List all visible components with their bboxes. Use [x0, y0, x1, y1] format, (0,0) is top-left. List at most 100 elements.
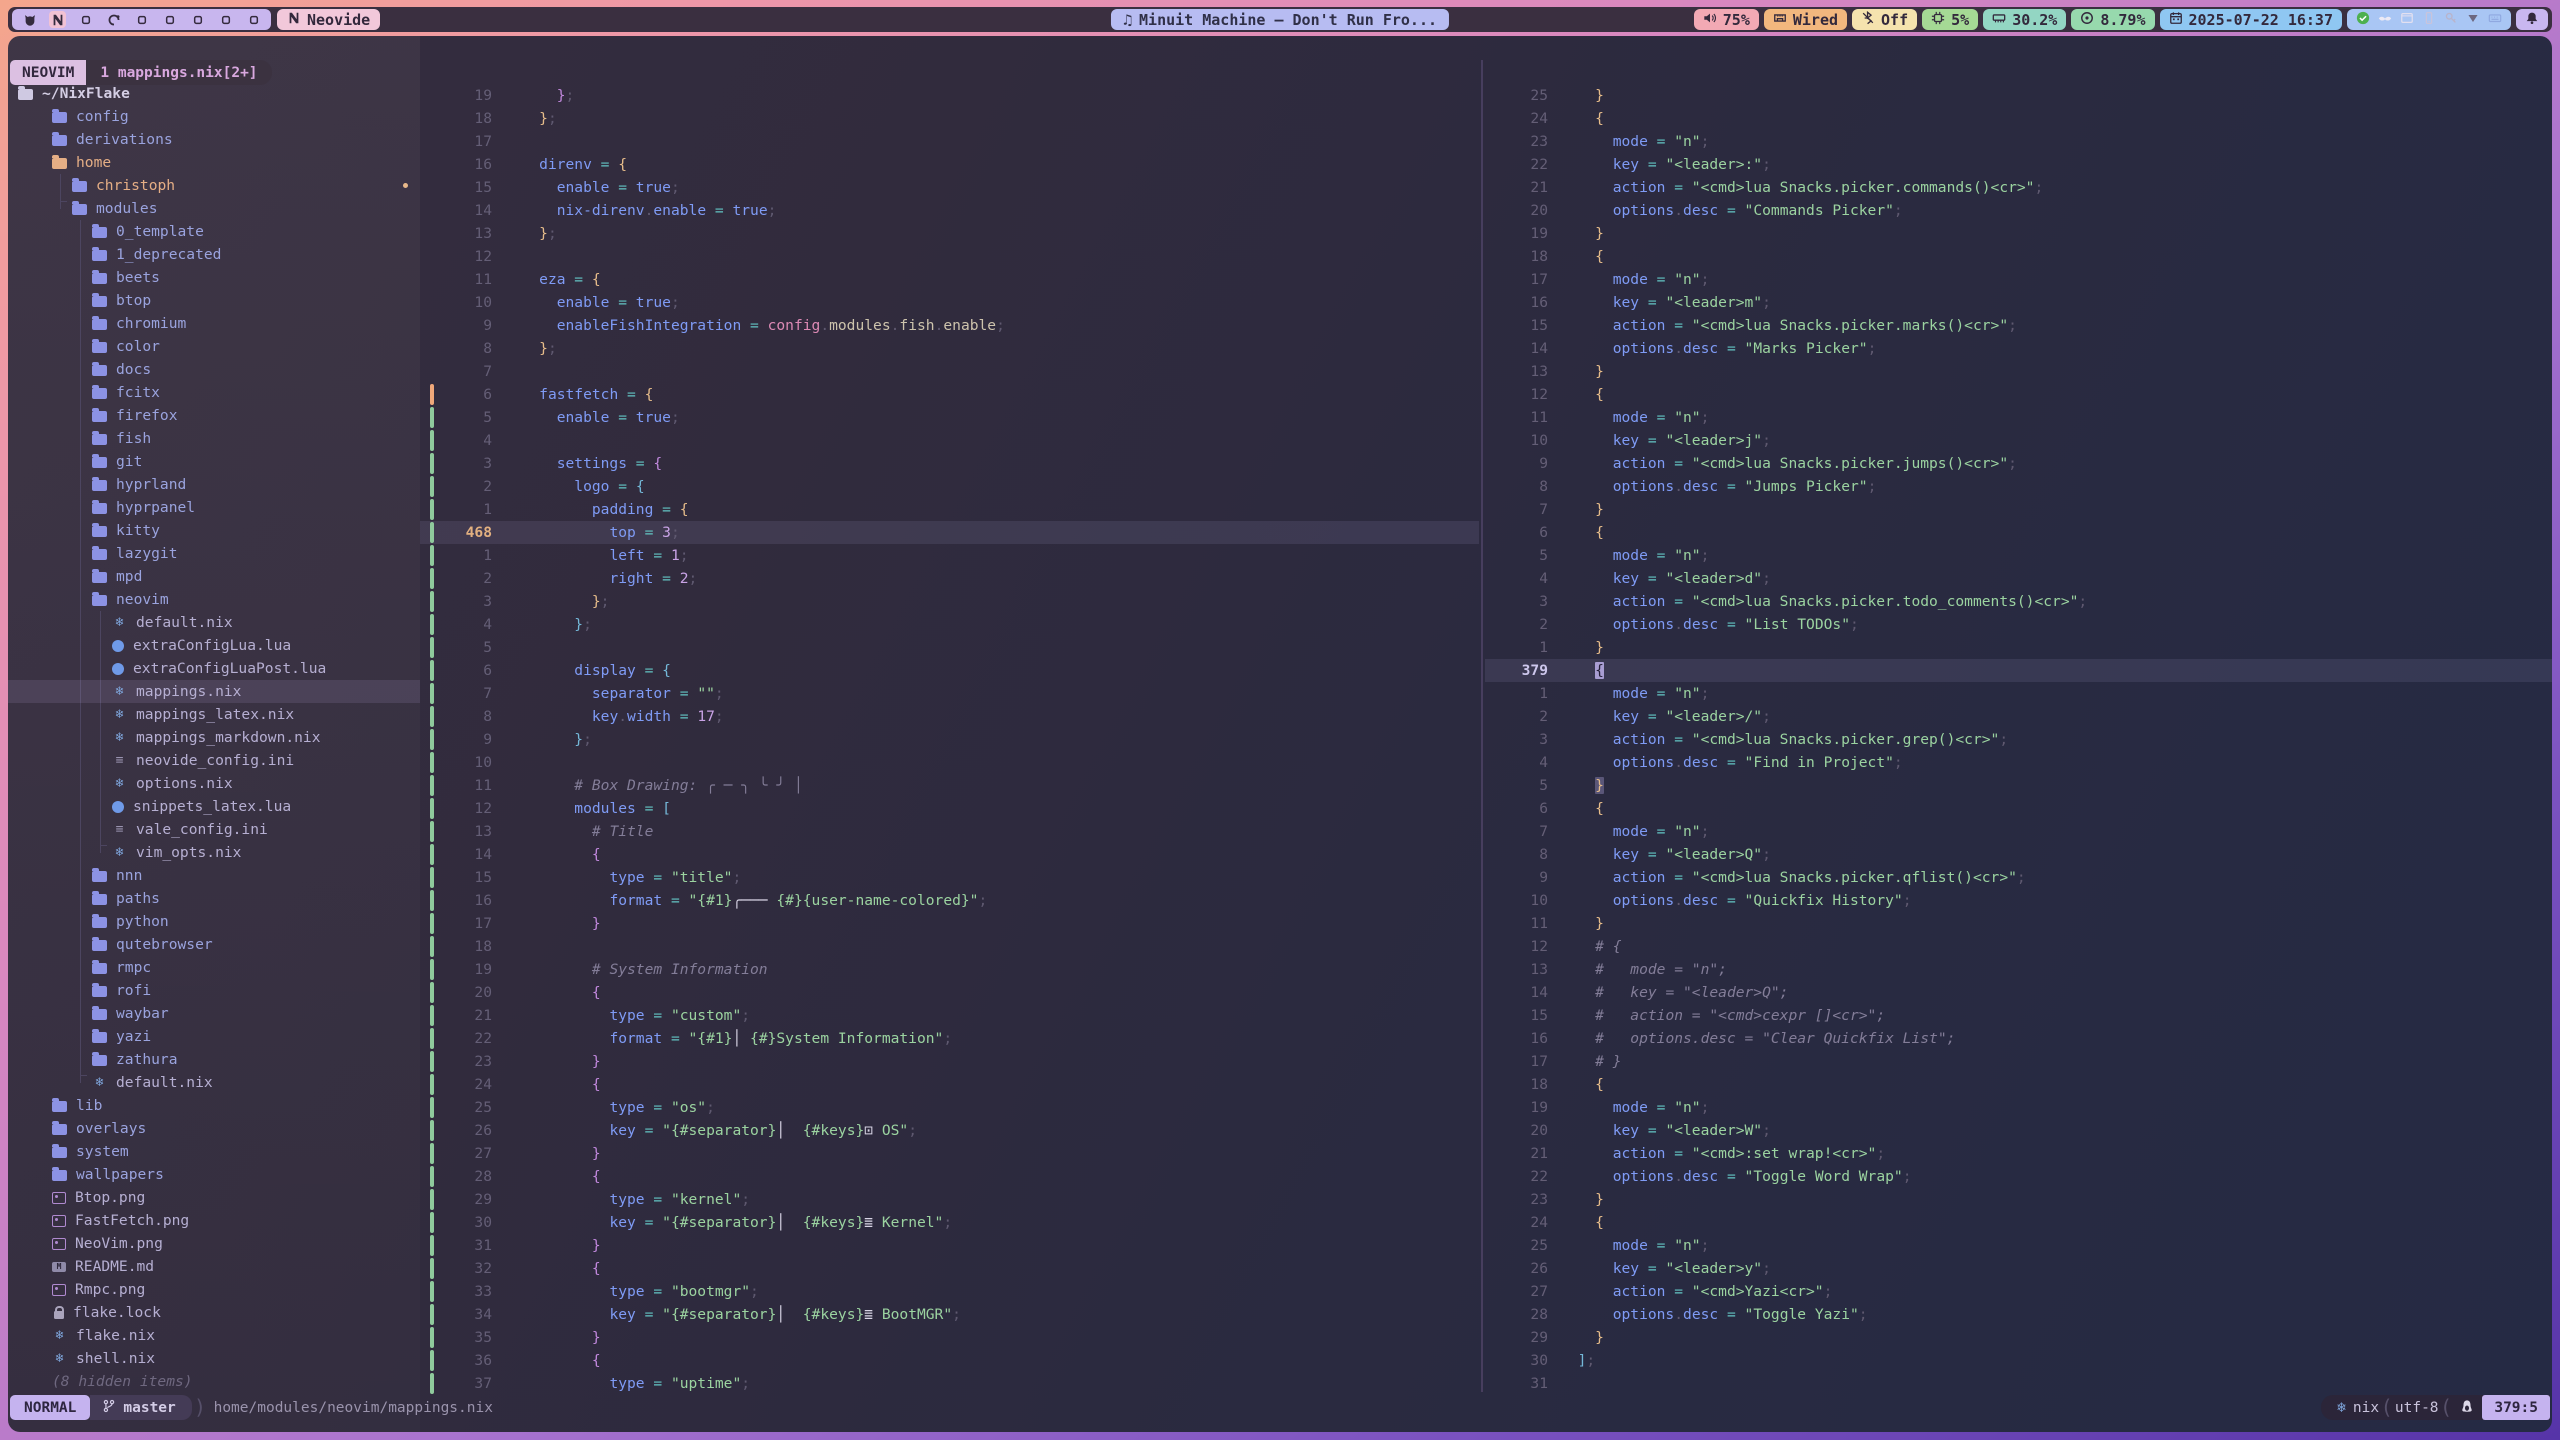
tree-item[interactable]: (8 hidden items)	[8, 1370, 420, 1393]
tree-item[interactable]: mpd	[8, 565, 420, 588]
code-line[interactable]: 18 {	[1485, 245, 2552, 268]
code-line[interactable]: 8 };	[420, 337, 1479, 360]
volume-widget[interactable]: 75%	[1694, 9, 1759, 30]
code-line[interactable]: 15 # action = "<cmd>cexpr []<cr>";	[1485, 1004, 2552, 1027]
tree-item[interactable]: ~/NixFlake	[8, 82, 420, 105]
code-line[interactable]: 7 separator = "";	[420, 682, 1479, 705]
bluetooth-widget[interactable]: Off	[1852, 9, 1917, 30]
code-line[interactable]: 29 }	[1485, 1326, 2552, 1349]
code-line[interactable]: 21 type = "custom";	[420, 1004, 1479, 1027]
code-line[interactable]: 30 ];	[1485, 1349, 2552, 1372]
window-icon[interactable]	[2400, 11, 2414, 29]
code-line[interactable]: 5	[420, 636, 1479, 659]
code-line[interactable]: 18 {	[1485, 1073, 2552, 1096]
tree-item[interactable]: lib	[8, 1094, 420, 1117]
code-line[interactable]: 32 {	[420, 1257, 1479, 1280]
tree-item[interactable]: Rmpc.png	[8, 1278, 420, 1301]
code-line[interactable]: 36 {	[420, 1349, 1479, 1372]
code-line[interactable]: 1 }	[1485, 636, 2552, 659]
code-line[interactable]: 8 options.desc = "Jumps Picker";	[1485, 475, 2552, 498]
code-line[interactable]: 9 action = "<cmd>lua Snacks.picker.jumps…	[1485, 452, 2552, 475]
code-line[interactable]: 16 # options.desc = "Clear Quickfix List…	[1485, 1027, 2552, 1050]
tree-item[interactable]: ❄default.nix	[8, 611, 420, 634]
code-line[interactable]: 22 key = "<leader>:";	[1485, 153, 2552, 176]
tree-item[interactable]: btop	[8, 289, 420, 312]
code-line[interactable]: 13 }	[1485, 360, 2552, 383]
code-line[interactable]: 19 }	[1485, 222, 2552, 245]
code-line[interactable]: 6 fastfetch = {	[420, 383, 1479, 406]
code-line[interactable]: 14 nix-direnv.enable = true;	[420, 199, 1479, 222]
code-line[interactable]: 13 # Title	[420, 820, 1479, 843]
tree-item[interactable]: overlays	[8, 1117, 420, 1140]
code-line[interactable]: 26 key = "<leader>y";	[1485, 1257, 2552, 1280]
tree-item[interactable]: FastFetch.png	[8, 1209, 420, 1232]
code-line[interactable]: 2 options.desc = "List TODOs";	[1485, 613, 2552, 636]
code-line[interactable]: 33 type = "bootmgr";	[420, 1280, 1479, 1303]
code-line[interactable]: 3 action = "<cmd>lua Snacks.picker.grep(…	[1485, 728, 2552, 751]
tree-item[interactable]: ❄mappings.nix	[8, 680, 420, 703]
code-line[interactable]: 16 format = "{#1}╭─── {#}{user-name-colo…	[420, 889, 1479, 912]
workspace-4[interactable]	[105, 11, 122, 28]
code-line[interactable]: 1 left = 1;	[420, 544, 1479, 567]
music-widget[interactable]: ♫ Minuit Machine – Don't Run Fro...	[1111, 9, 1449, 30]
code-line[interactable]: 26 key = "{#separator}│ {#keys}⊡ OS";	[420, 1119, 1479, 1142]
workspace-9[interactable]	[245, 11, 262, 28]
code-line[interactable]: 2 right = 2;	[420, 567, 1479, 590]
code-line[interactable]: 8 key = "<leader>Q";	[1485, 843, 2552, 866]
tree-item[interactable]: docs	[8, 358, 420, 381]
code-line[interactable]: 3 action = "<cmd>lua Snacks.picker.todo_…	[1485, 590, 2552, 613]
code-line[interactable]: 10 enable = true;	[420, 291, 1479, 314]
code-line[interactable]: 18	[420, 935, 1479, 958]
tree-item[interactable]: fish	[8, 427, 420, 450]
cpu-widget[interactable]: 5%	[1922, 9, 1978, 30]
code-line[interactable]: 22 options.desc = "Toggle Word Wrap";	[1485, 1165, 2552, 1188]
tree-item[interactable]: ≡vale_config.ini	[8, 818, 420, 841]
code-line[interactable]: 23 mode = "n";	[1485, 130, 2552, 153]
tree-item[interactable]: ❄options.nix	[8, 772, 420, 795]
code-line[interactable]: 8 key.width = 17;	[420, 705, 1479, 728]
code-line[interactable]: 31	[1485, 1372, 2552, 1395]
code-line[interactable]: 14 {	[420, 843, 1479, 866]
tree-item[interactable]: kitty	[8, 519, 420, 542]
tree-item[interactable]: config	[8, 105, 420, 128]
code-line[interactable]: 3 settings = {	[420, 452, 1479, 475]
code-line[interactable]: 19 };	[420, 84, 1479, 107]
code-line[interactable]: 24 {	[1485, 1211, 2552, 1234]
notification-bell[interactable]	[2516, 9, 2548, 30]
code-line[interactable]: 12	[420, 245, 1479, 268]
code-line[interactable]: 24 {	[1485, 107, 2552, 130]
code-line[interactable]: 468 top = 3;	[420, 521, 1479, 544]
tree-item[interactable]: modules	[8, 197, 420, 220]
code-line[interactable]: 15 enable = true;	[420, 176, 1479, 199]
active-window-title[interactable]: Neovide	[277, 9, 380, 30]
tree-item[interactable]: ❄flake.nix	[8, 1324, 420, 1347]
code-line[interactable]: 17	[420, 130, 1479, 153]
tree-item[interactable]: wallpapers	[8, 1163, 420, 1186]
window-separator[interactable]	[1481, 60, 1483, 1392]
workspace-5[interactable]	[133, 11, 150, 28]
code-line[interactable]: 20 {	[420, 981, 1479, 1004]
code-line[interactable]: 30 key = "{#separator}│ {#keys}≣ Kernel"…	[420, 1211, 1479, 1234]
tree-item[interactable]: ❄mappings_latex.nix	[8, 703, 420, 726]
code-line[interactable]: 14 # key = "<leader>Q";	[1485, 981, 2552, 1004]
tree-item[interactable]: lazygit	[8, 542, 420, 565]
code-line[interactable]: 28 {	[420, 1165, 1479, 1188]
code-line[interactable]: 10 key = "<leader>j";	[1485, 429, 2552, 452]
code-line[interactable]: 35 }	[420, 1326, 1479, 1349]
code-line[interactable]: 9 enableFishIntegration = config.modules…	[420, 314, 1479, 337]
tree-item[interactable]: hyprland	[8, 473, 420, 496]
code-line[interactable]: 12 {	[1485, 383, 2552, 406]
code-line[interactable]: 9 };	[420, 728, 1479, 751]
keyboard-icon[interactable]	[2488, 11, 2502, 29]
workspace-2[interactable]	[49, 11, 66, 28]
code-line[interactable]: 12 modules = [	[420, 797, 1479, 820]
tree-item[interactable]: neovim	[8, 588, 420, 611]
code-line[interactable]: 24 {	[420, 1073, 1479, 1096]
code-line[interactable]: 13 };	[420, 222, 1479, 245]
code-line[interactable]: 20 options.desc = "Commands Picker";	[1485, 199, 2552, 222]
code-line[interactable]: 5 mode = "n";	[1485, 544, 2552, 567]
code-line[interactable]: 17 mode = "n";	[1485, 268, 2552, 291]
code-line[interactable]: 27 action = "<cmd>Yazi<cr>";	[1485, 1280, 2552, 1303]
tree-item[interactable]: derivations	[8, 128, 420, 151]
key-icon[interactable]	[2444, 11, 2458, 29]
